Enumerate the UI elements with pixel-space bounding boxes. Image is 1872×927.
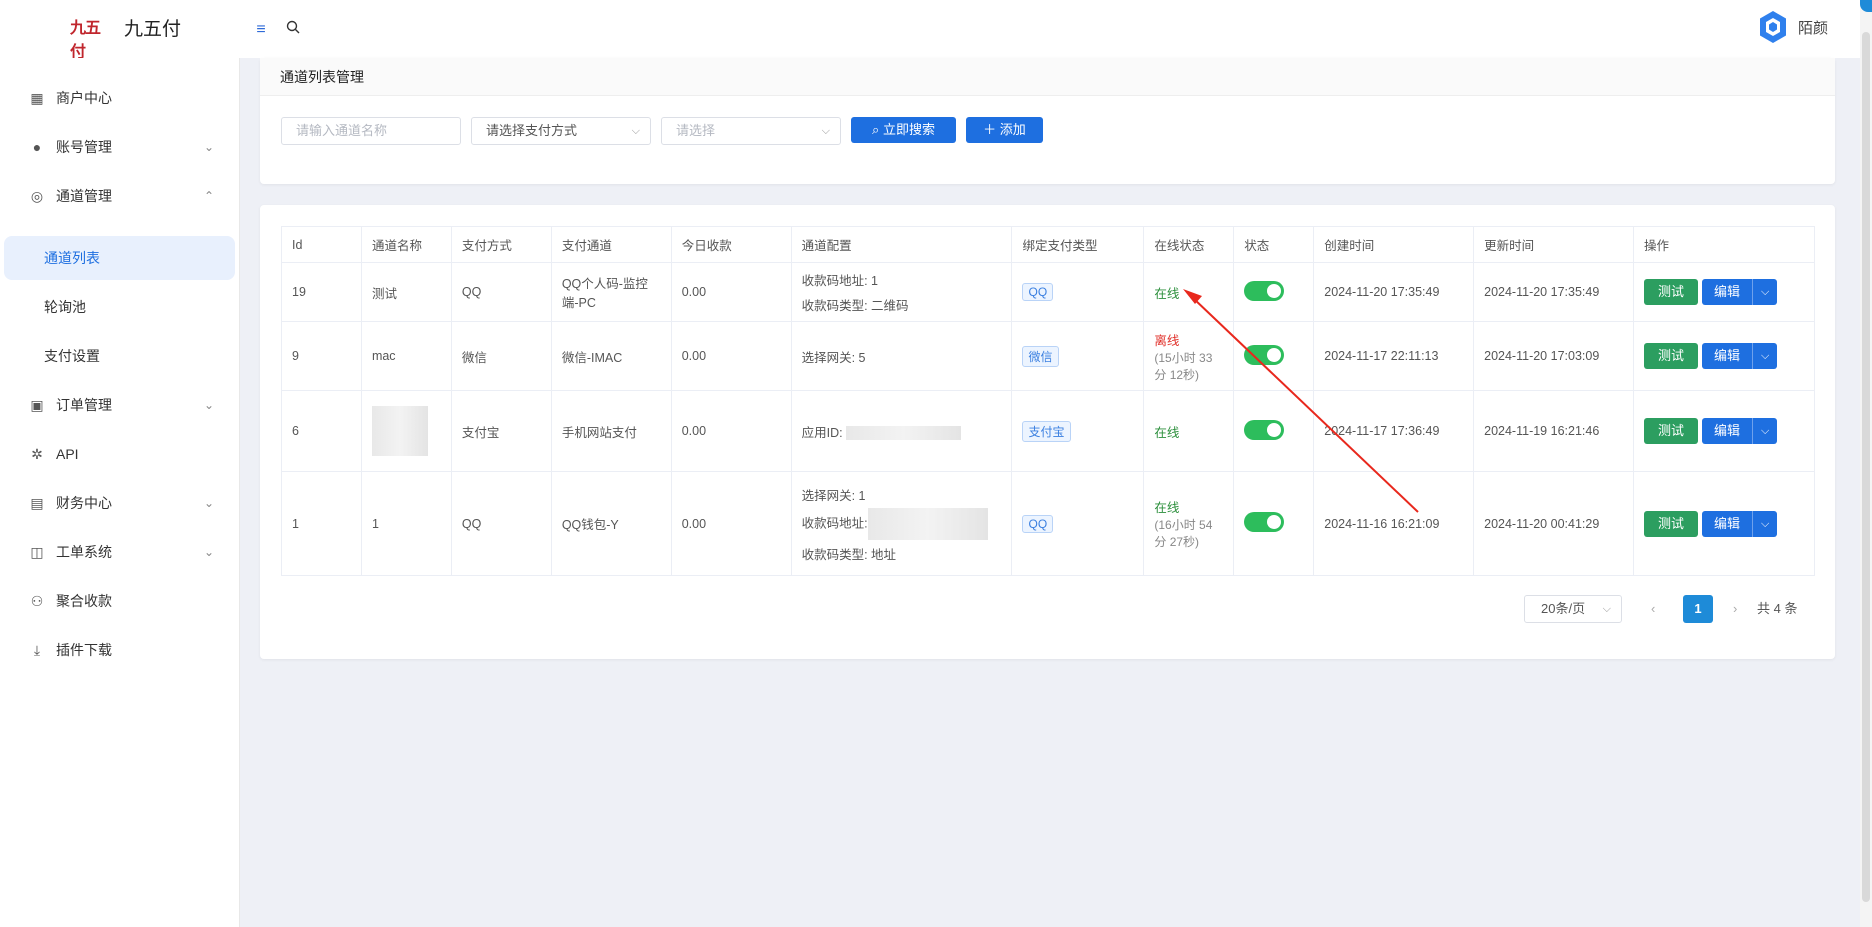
annotation-arrow-icon xyxy=(1183,289,1419,513)
